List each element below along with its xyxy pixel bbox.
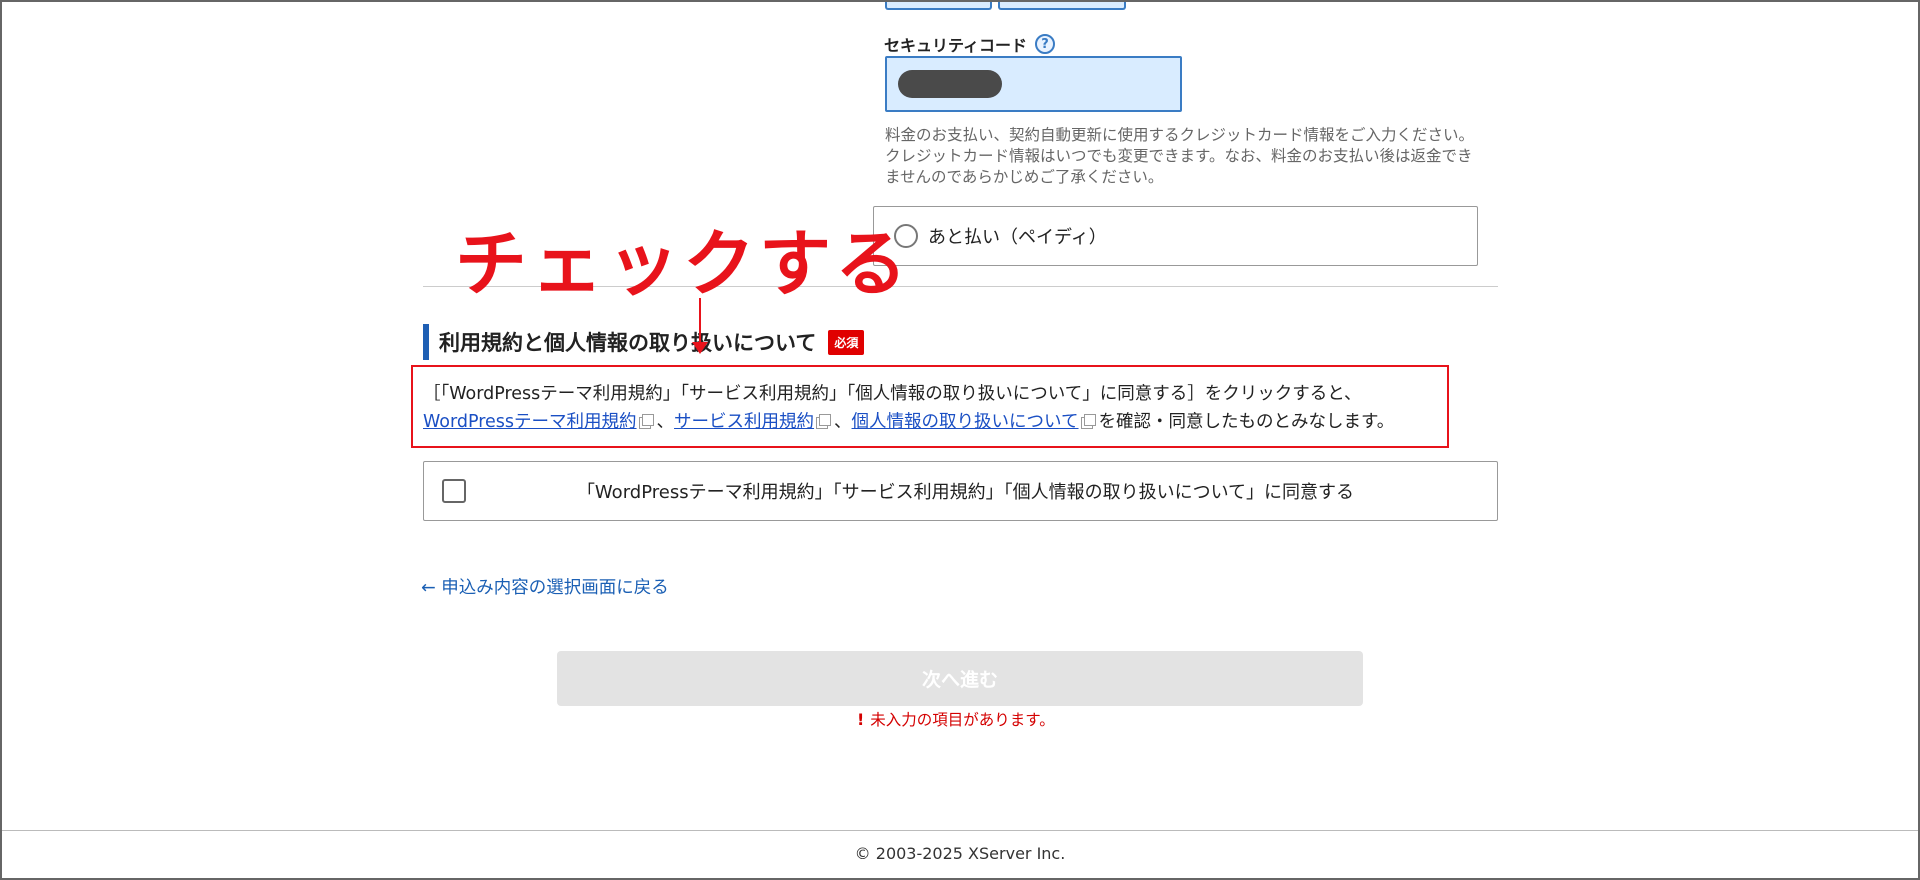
expiry-year-select[interactable] xyxy=(998,0,1126,10)
error-message-text: 未入力の項目があります。 xyxy=(870,711,1055,729)
annotation-arrow-icon xyxy=(692,342,708,354)
consent-outro: を確認・同意したものとみなします。 xyxy=(1098,412,1395,432)
link-service-terms[interactable]: サービス利用規約 xyxy=(674,412,814,432)
section-accent-bar xyxy=(423,324,429,360)
terms-section-header: 利用規約と個人情報の取り扱いについて 必須 xyxy=(423,324,865,360)
external-link-icon xyxy=(816,414,832,429)
external-link-icon xyxy=(638,414,654,429)
expiry-month-select[interactable] xyxy=(885,0,992,10)
link-privacy-policy[interactable]: 個人情報の取り扱いについて xyxy=(852,412,1079,432)
payment-note: 料金のお支払い、契約自動更新に使用するクレジットカード情報をご入力ください。クレ… xyxy=(885,126,1475,186)
annotation-arrow-line xyxy=(699,298,701,346)
security-code-input[interactable] xyxy=(885,56,1182,112)
external-link-icon xyxy=(1080,414,1096,429)
agree-terms-option[interactable]: 「WordPressテーマ利用規約」「サービス利用規約」「個人情報の取り扱いにつ… xyxy=(423,461,1498,521)
warning-icon: ! xyxy=(857,709,865,729)
terms-section-title: 利用規約と個人情報の取り扱いについて xyxy=(439,331,817,355)
agree-terms-label: 「WordPressテーマ利用規約」「サービス利用規約」「個人情報の取り扱いにつ… xyxy=(576,482,1355,503)
consent-intro: ［「WordPressテーマ利用規約」「サービス利用規約」「個人情報の取り扱いに… xyxy=(423,384,1362,404)
back-to-selection-link[interactable]: ← 申込み内容の選択画面に戻る xyxy=(421,574,669,599)
required-badge: 必須 xyxy=(828,329,865,355)
terms-consent-text: ［「WordPressテーマ利用規約」「サービス利用規約」「個人情報の取り扱いに… xyxy=(423,380,1443,436)
security-code-label-text: セキュリティコード xyxy=(884,36,1028,55)
error-message: ! 未入力の項目があります。 xyxy=(857,708,1055,730)
link-wordpress-theme-terms[interactable]: WordPressテーマ利用規約 xyxy=(423,412,637,432)
footer-divider xyxy=(0,830,1920,831)
footer-copyright: © 2003-2025 XServer Inc. xyxy=(854,844,1066,863)
help-icon[interactable]: ? xyxy=(1035,34,1056,54)
security-code-label: セキュリティコード ? xyxy=(884,32,1056,56)
next-button[interactable]: 次へ進む xyxy=(557,651,1363,706)
payment-option-paidy[interactable]: あと払い（ペイディ） xyxy=(873,206,1478,266)
masked-value xyxy=(898,70,1002,98)
annotation-check-text: チェックする xyxy=(455,222,912,306)
link-separator: 、 xyxy=(656,412,675,432)
agree-terms-checkbox[interactable] xyxy=(442,479,466,503)
paidy-label: あと払い（ペイディ） xyxy=(928,227,1107,248)
link-separator: 、 xyxy=(834,412,852,432)
